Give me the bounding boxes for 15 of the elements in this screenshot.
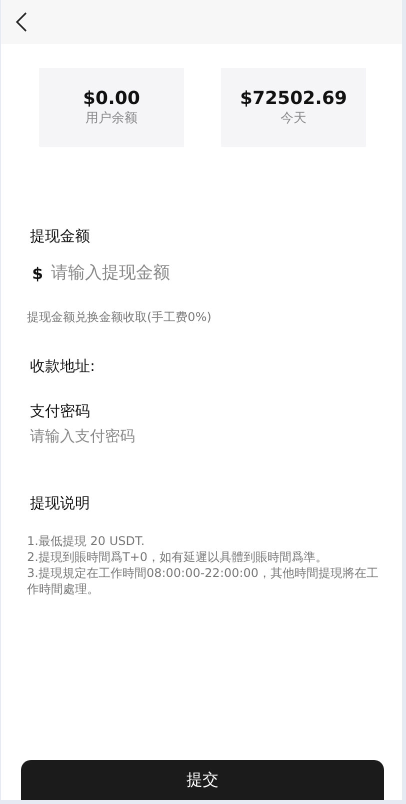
back-icon[interactable] bbox=[15, 12, 27, 32]
stat-value: $0.00 bbox=[83, 88, 140, 110]
stat-label: 用户余额 bbox=[86, 110, 138, 128]
note-text: 2.提現到賬時間爲T+0，如有延遲以具體到賬時間爲準。 bbox=[27, 549, 328, 565]
field-label: 收款地址: bbox=[29, 356, 96, 376]
submit-button[interactable]: 提交 bbox=[21, 760, 384, 800]
field-label: 支付密码 bbox=[29, 401, 90, 421]
stat-value: $72502.69 bbox=[240, 88, 348, 110]
stat-label: 今天 bbox=[280, 110, 306, 128]
fee-hint: 提现金额兑换金额收取(手工费0%) bbox=[26, 309, 212, 326]
note-text: 3.提現規定在工作時間08:00:00-22:00:00，其他時間提現將在工作時間處理。 bbox=[27, 565, 380, 597]
currency-symbol: $ bbox=[32, 264, 44, 282]
note-text: 1.最低提現 20 USDT. bbox=[27, 533, 146, 549]
section-title: 提现说明 bbox=[29, 493, 90, 513]
field-label: 提现金额 bbox=[29, 226, 90, 246]
